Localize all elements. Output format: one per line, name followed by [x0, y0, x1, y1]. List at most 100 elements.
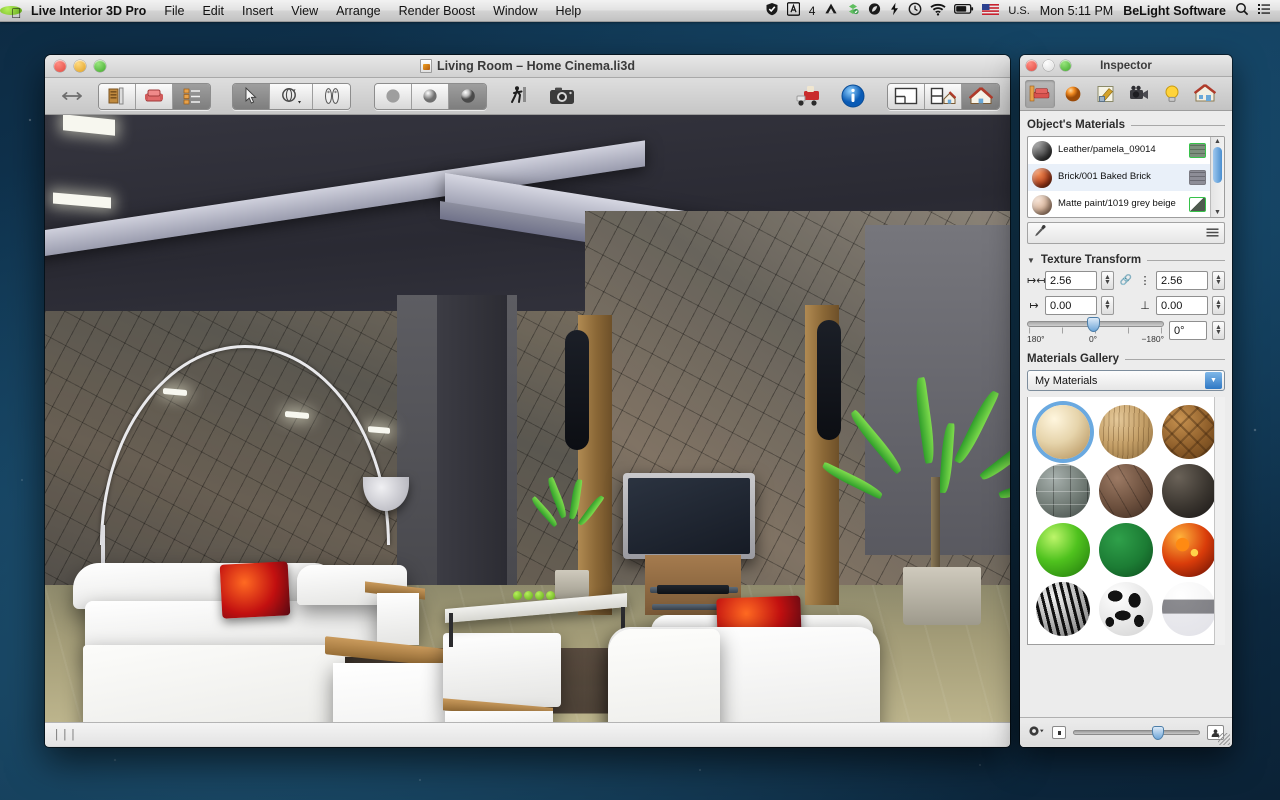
info-button[interactable] — [836, 84, 870, 109]
tab-camera[interactable] — [1124, 80, 1154, 108]
swatch-fire-lava[interactable] — [1162, 523, 1217, 578]
swatch-dark-green[interactable] — [1098, 523, 1153, 578]
texture-offset-y-stepper[interactable]: ▲ ▼ — [1212, 296, 1225, 315]
us-flag-icon[interactable] — [982, 3, 1000, 18]
texture-width-stepper[interactable]: ▲ ▼ — [1101, 271, 1114, 290]
texture-offset-y-input[interactable]: 0.00 — [1156, 296, 1208, 315]
small-thumbnail-icon[interactable] — [1052, 726, 1066, 739]
disclosure-triangle-icon[interactable]: ▼ — [1027, 256, 1035, 265]
swatch-oak-wood[interactable] — [1098, 404, 1153, 459]
menu-help[interactable]: Help — [547, 0, 591, 22]
texture-width-input[interactable]: 2.56 — [1045, 271, 1097, 290]
swatch-zebra-fur[interactable] — [1035, 582, 1090, 637]
building-tool-button[interactable] — [99, 83, 136, 109]
menu-insert[interactable]: Insert — [233, 0, 282, 22]
3d-view-button[interactable] — [962, 83, 999, 109]
texture-transform-heading[interactable]: ▼ Texture Transform — [1027, 254, 1225, 266]
thumbnail-size-knob[interactable] — [1151, 726, 1164, 740]
texture-offset-x-input[interactable]: 0.00 — [1045, 296, 1097, 315]
realistic-shading-button[interactable] — [449, 83, 486, 109]
menu-window[interactable]: Window — [484, 0, 546, 22]
list-menu-icon[interactable] — [1206, 224, 1219, 242]
flat-shading-button[interactable] — [375, 83, 412, 109]
materials-gallery-grid[interactable] — [1027, 397, 1225, 645]
object-materials-list[interactable]: Leather/pamela_09014 Brick/001 Baked Bri… — [1027, 136, 1225, 218]
menu-app-name[interactable]: Live Interior 3D Pro — [22, 0, 155, 22]
material-row[interactable]: Brick/001 Baked Brick — [1028, 164, 1210, 191]
gear-action-menu[interactable] — [1028, 724, 1045, 741]
texture-rotation-input[interactable]: 0° — [1169, 321, 1207, 340]
rotation-slider-track[interactable] — [1027, 317, 1164, 332]
camera-button[interactable] — [545, 84, 579, 109]
texture-offset-x-stepper[interactable]: ▲ ▼ — [1101, 296, 1114, 315]
tab-building[interactable] — [1190, 80, 1220, 108]
walkthrough-button[interactable] — [502, 84, 536, 109]
gallery-scrollbar[interactable] — [1214, 397, 1225, 645]
inspector-resize-handle[interactable] — [1218, 733, 1230, 745]
swatch-light-wood[interactable] — [1035, 404, 1090, 459]
plan-view-button[interactable] — [888, 83, 925, 109]
menu-render-boost[interactable]: Render Boost — [390, 0, 484, 22]
menu-arrange[interactable]: Arrange — [327, 0, 389, 22]
split-view-button[interactable] — [925, 83, 962, 109]
adobe-creative-cloud-icon[interactable] — [786, 2, 800, 19]
tab-editing[interactable] — [1091, 80, 1121, 108]
tab-object[interactable] — [1025, 79, 1055, 108]
sidebar-resize-icon[interactable] — [55, 84, 89, 109]
battery-icon[interactable] — [954, 3, 974, 18]
scroll-up-arrow-icon[interactable]: ▲ — [1214, 138, 1221, 145]
furniture-tool-button[interactable] — [136, 83, 173, 109]
menu-user-name[interactable]: BeLight Software — [1122, 0, 1227, 22]
notification-center-icon[interactable] — [1257, 2, 1271, 19]
menu-edit[interactable]: Edit — [193, 0, 233, 22]
resize-grip-icon[interactable]: ||| — [53, 728, 78, 742]
render-boost-button[interactable] — [793, 84, 827, 109]
material-eyedropper-bar[interactable] — [1027, 222, 1225, 244]
swatch-stone-wall[interactable] — [1035, 463, 1090, 518]
tick: | — [1061, 328, 1064, 334]
menu-view[interactable]: View — [282, 0, 327, 22]
inspector-title-bar[interactable]: Inspector — [1020, 55, 1232, 77]
link-chain-icon[interactable]: 🔗 — [1118, 275, 1134, 286]
viewport-3d-render[interactable] — [45, 115, 1010, 722]
select-tool-button[interactable] — [233, 83, 270, 109]
scrollbar-thumb[interactable] — [1213, 147, 1222, 183]
menu-clock[interactable]: Mon 5:11 PM — [1039, 0, 1114, 22]
window-title-bar[interactable]: Living Room – Home Cinema.li3d — [45, 55, 1010, 78]
spotlight-search-icon[interactable] — [1235, 2, 1249, 19]
eyedropper-icon[interactable] — [1033, 224, 1047, 243]
materials-list-scrollbar[interactable]: ▲ ▼ — [1210, 137, 1224, 217]
wifi-icon[interactable] — [930, 3, 946, 19]
material-row[interactable]: Leather/pamela_09014 — [1028, 137, 1210, 164]
swatch-cow-spots[interactable] — [1098, 582, 1153, 637]
google-drive-icon[interactable] — [824, 2, 838, 19]
shield-icon[interactable] — [765, 2, 779, 19]
swatch-light-green[interactable] — [1035, 523, 1090, 578]
swatch-dark-asphalt[interactable] — [1162, 463, 1217, 518]
texture-height-stepper[interactable]: ▲ ▼ — [1212, 271, 1225, 290]
orbit-tool-button[interactable] — [270, 83, 313, 109]
input-source-label[interactable]: U.S. — [1007, 0, 1030, 22]
walk-tool-button[interactable] — [313, 83, 350, 109]
swatch-chrome-metal[interactable] — [1162, 582, 1217, 637]
time-machine-icon[interactable] — [908, 2, 922, 19]
tab-light[interactable] — [1157, 80, 1187, 108]
scroll-down-arrow-icon[interactable]: ▼ — [1214, 209, 1221, 216]
swatch-brown-leather[interactable] — [1098, 463, 1153, 518]
evernote-icon[interactable] — [868, 2, 881, 19]
materials-library-dropdown[interactable]: My Materials ▼ — [1027, 370, 1225, 391]
swatch-parquet-wood[interactable] — [1162, 404, 1217, 459]
menu-file[interactable]: File — [155, 0, 193, 22]
texture-height-input[interactable]: 2.56 — [1156, 271, 1208, 290]
chevron-down-icon[interactable]: ▼ — [1205, 372, 1222, 389]
smooth-shading-button[interactable] — [412, 83, 449, 109]
material-row[interactable]: Matte paint/1019 grey beige — [1028, 191, 1210, 217]
tab-materials[interactable] — [1058, 80, 1088, 108]
thumbnail-size-slider[interactable] — [1073, 726, 1200, 740]
flash-icon[interactable] — [889, 2, 900, 19]
texture-rotation-stepper[interactable]: ▲ ▼ — [1212, 321, 1225, 340]
properties-list-button[interactable] — [173, 83, 210, 109]
apple-logo-icon[interactable]:  — [0, 6, 22, 20]
dropbox-icon[interactable] — [846, 2, 860, 19]
dark-pillar — [437, 295, 507, 595]
